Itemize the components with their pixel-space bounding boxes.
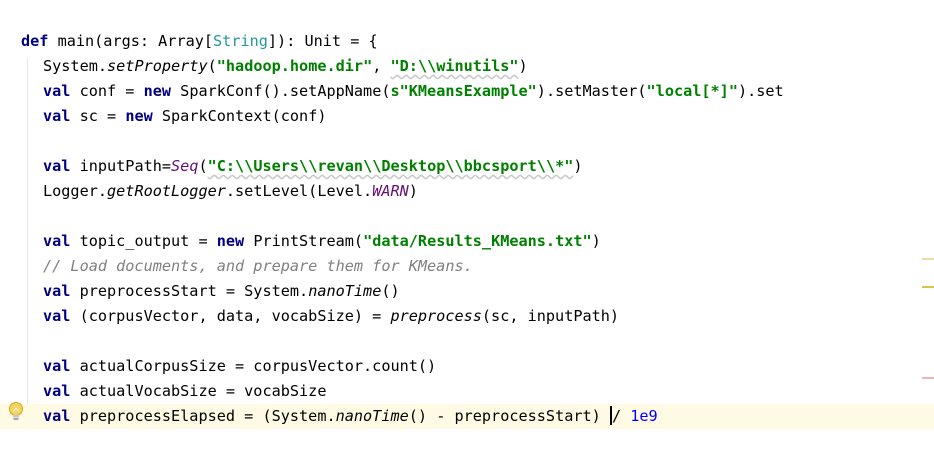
method-nanoTime: nanoTime — [335, 407, 409, 425]
code-text: / — [611, 407, 631, 425]
code-text: () - preprocessStart) — [408, 407, 610, 425]
number-literal: 1e9 — [630, 407, 658, 425]
code-text: (corpusVector, data, vocabSize) = — [70, 307, 391, 325]
code-text: Logger. — [43, 182, 108, 200]
code-line-2[interactable]: System.setProperty("hadoop.home.dir", "D… — [43, 54, 528, 79]
code-editor[interactable]: def main(args: Array[String]): Unit = { … — [0, 0, 934, 452]
string-literal: "data/Results_KMeans.txt" — [363, 232, 592, 250]
warning-marker[interactable] — [922, 258, 934, 260]
code-text: sc = — [70, 107, 126, 125]
code-line-9[interactable]: val preprocessStart = System.nanoTime() — [43, 279, 400, 304]
code-text: ]): Unit = { — [267, 32, 378, 50]
code-line-13-current[interactable]: val preprocessElapsed = (System.nanoTime… — [0, 404, 934, 429]
code-text: () — [381, 282, 400, 300]
code-text: , — [372, 57, 391, 75]
lightbulb-icon[interactable] — [7, 401, 25, 423]
code-text: ) — [408, 182, 418, 200]
keyword-val: val — [43, 382, 71, 400]
keyword-val: val — [43, 232, 71, 250]
keyword-new: new — [143, 82, 172, 100]
string-literal: "hadoop.home.dir" — [216, 57, 373, 75]
method-preprocess: preprocess — [390, 307, 482, 325]
code-text: PrintStream( — [244, 232, 364, 250]
warning-marker[interactable] — [922, 286, 934, 288]
code-text: ) — [518, 57, 528, 75]
keyword-new: new — [125, 107, 153, 125]
code-text: SparkContext(conf) — [152, 107, 327, 125]
error-marker[interactable] — [922, 377, 934, 379]
keyword-val: val — [43, 307, 71, 325]
code-text: (sc, inputPath) — [481, 307, 620, 325]
code-line-4[interactable]: val sc = new SparkContext(conf) — [43, 104, 326, 129]
code-text: actualCorpusSize = corpusVector.count() — [70, 357, 437, 375]
code-text: ( — [198, 157, 208, 175]
code-line-5[interactable]: val inputPath=Seq("C:\\Users\\revan\\Des… — [43, 154, 583, 179]
keyword-val: val — [43, 357, 71, 375]
keyword-val: val — [43, 157, 71, 175]
code-line-12[interactable]: val actualVocabSize = vocabSize — [43, 379, 326, 404]
keyword-new: new — [216, 232, 245, 250]
code-line-7[interactable]: val topic_output = new PrintStream("data… — [43, 229, 601, 254]
code-text: .setLevel(Level. — [225, 182, 373, 200]
keyword-val: val — [43, 407, 71, 425]
keyword-val: val — [43, 82, 71, 100]
string-literal: "C:\\Users\\revan\\Desktop\\bbcsport\\*" — [207, 157, 574, 175]
field-warn: WARN — [372, 182, 409, 200]
code-text: conf = — [70, 82, 144, 100]
method-seq: Seq — [171, 157, 199, 175]
code-line-6[interactable]: Logger.getRootLogger.setLevel(Level.WARN… — [43, 179, 418, 204]
code-line-1[interactable]: def main(args: Array[String]): Unit = { — [21, 29, 378, 54]
code-line-11[interactable]: val actualCorpusSize = corpusVector.coun… — [43, 354, 436, 379]
code-text: ) — [573, 157, 583, 175]
string-literal: "D:\\winutils" — [390, 57, 519, 75]
string-literal: s"KMeansExample" — [390, 82, 537, 100]
code-text: System. — [43, 57, 108, 75]
keyword-def: def — [21, 32, 49, 50]
method-nanoTime: nanoTime — [308, 282, 382, 300]
code-text: preprocessElapsed = (System. — [70, 407, 336, 425]
code-text: ) — [591, 232, 601, 250]
code-line-10[interactable]: val (corpusVector, data, vocabSize) = pr… — [43, 304, 619, 329]
code-text: ).set — [737, 82, 784, 100]
string-literal: "local[*]" — [646, 82, 738, 100]
keyword-val: val — [43, 282, 71, 300]
code-text: ).setMaster( — [536, 82, 647, 100]
code-comment: // Load documents, and prepare them for … — [43, 257, 473, 275]
code-text: ( — [207, 57, 217, 75]
code-text: actualVocabSize = vocabSize — [70, 382, 327, 400]
code-line-8[interactable]: // Load documents, and prepare them for … — [43, 254, 473, 279]
code-line-3[interactable]: val conf = new SparkConf().setAppName(s"… — [43, 79, 784, 104]
keyword-val: val — [43, 107, 71, 125]
type-string: String — [213, 32, 268, 50]
code-text: inputPath= — [70, 157, 172, 175]
method-getRootLogger: getRootLogger — [107, 182, 226, 200]
code-text: main(args: Array[ — [48, 32, 214, 50]
method-setProperty: setProperty — [107, 57, 208, 75]
code-text: SparkConf().setAppName( — [171, 82, 391, 100]
code-text: topic_output = — [70, 232, 217, 250]
code-text: preprocessStart = System. — [70, 282, 309, 300]
indent-guide — [27, 58, 28, 428]
